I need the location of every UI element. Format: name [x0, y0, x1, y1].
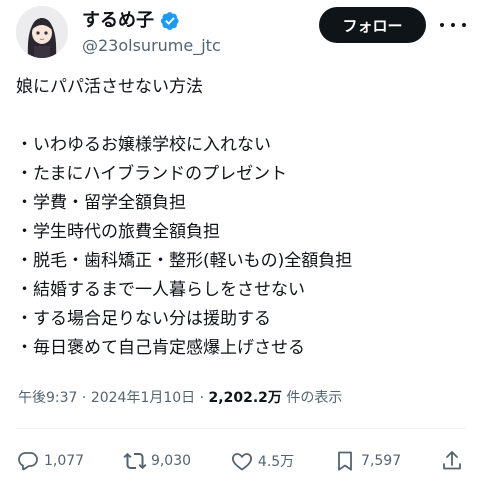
divider	[16, 428, 466, 429]
repost-count: 9,030	[150, 453, 192, 469]
views-count[interactable]: 2,202.2万	[209, 390, 282, 406]
post-time[interactable]: 午後9:37	[18, 390, 77, 406]
follow-button[interactable]: フォロー	[319, 7, 426, 43]
author-handle[interactable]: @23olsurume_jtc	[82, 36, 221, 56]
post-list-item: ・結婚するまで一人暮らしをさせない	[16, 280, 305, 300]
bookmark-count: 7,597	[361, 453, 402, 469]
verified-badge-icon[interactable]	[160, 11, 180, 31]
repost-button[interactable]: 9,030	[123, 449, 191, 473]
post-metadata: 午後9:37 · 2024年1月10日 · 2,202.2万 件の表示	[18, 388, 342, 408]
meta-separator: ·	[77, 390, 91, 406]
like-button[interactable]: 4.5万	[230, 449, 294, 473]
more-options-icon[interactable]	[440, 14, 466, 36]
post-date[interactable]: 2024年1月10日	[91, 390, 195, 406]
post-list-item: ・する場合足りない分は援助する	[16, 309, 271, 329]
repost-icon	[123, 452, 147, 470]
post-title: 娘にパパ活させない方法	[16, 77, 203, 97]
post-list-item: ・毎日褒めて自己肯定感爆上げさせる	[16, 338, 305, 358]
post-list-item: ・学費・留学全額負担	[16, 193, 186, 213]
anime-girl-avatar-icon	[16, 6, 68, 58]
action-bar: 1,077 9,030 4.5万 7,597	[16, 448, 464, 474]
author-display-name[interactable]: するめ子	[82, 10, 154, 32]
post-list-item: ・脱毛・歯科矯正・整形(軽いもの)全額負担	[16, 251, 353, 271]
author-name-row[interactable]: するめ子	[82, 10, 180, 32]
post-text: 娘にパパ活させない方法 ・いわゆるお嬢様学校に入れない ・たまにハイブランドのプ…	[16, 73, 468, 363]
bookmark-icon	[338, 451, 352, 471]
like-count: 4.5万	[257, 454, 295, 470]
bookmark-button[interactable]: 7,597	[333, 449, 401, 473]
meta-separator: ·	[195, 390, 209, 406]
heart-icon	[231, 453, 252, 471]
post-list-item: ・いわゆるお嬢様学校に入れない	[16, 135, 271, 155]
avatar[interactable]	[16, 6, 68, 58]
reply-icon	[18, 452, 38, 471]
post-list-item: ・たまにハイブランドのプレゼント	[16, 164, 288, 184]
post-list-item: ・学生時代の旅費全額負担	[16, 222, 220, 242]
share-icon	[443, 451, 461, 470]
reply-button[interactable]: 1,077	[16, 449, 84, 473]
post-blank-line	[16, 102, 468, 131]
views-label: 件の表示	[281, 390, 343, 406]
share-button[interactable]	[440, 449, 464, 473]
reply-count: 1,077	[44, 453, 85, 469]
